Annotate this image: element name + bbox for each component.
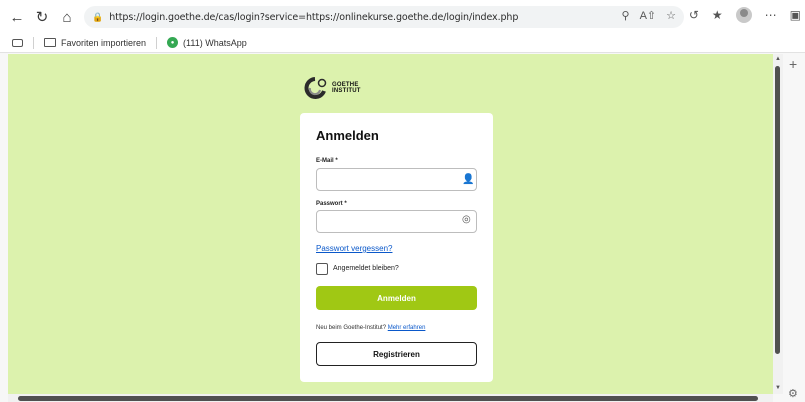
show-password-eye-icon[interactable]: ◎ bbox=[462, 214, 471, 225]
login-card: Anmelden E-Mail * 👤 Passwort * ◎ Passwor… bbox=[300, 113, 493, 382]
favorites-separator bbox=[33, 36, 34, 49]
email-field[interactable] bbox=[316, 168, 477, 191]
goethe-logo: GOETHE INSTITUT bbox=[301, 77, 361, 99]
favorites-bar: Favoriten importieren ● (111) WhatsApp bbox=[0, 33, 805, 53]
folder-icon bbox=[44, 38, 56, 47]
remember-me-checkbox[interactable] bbox=[316, 263, 328, 275]
favorite-whatsapp-label: (111) WhatsApp bbox=[183, 37, 247, 48]
horizontal-scrollbar[interactable] bbox=[8, 394, 773, 402]
logo-line-2: INSTITUT bbox=[332, 88, 361, 94]
goethe-logo-text: GOETHE INSTITUT bbox=[332, 82, 361, 94]
forgot-password-link[interactable]: Passwort vergessen? bbox=[316, 244, 392, 253]
favorite-import[interactable]: Favoriten importieren bbox=[44, 38, 146, 48]
address-url: https://login.goethe.de/cas/login?servic… bbox=[109, 11, 519, 23]
more-icon[interactable]: ⋯ bbox=[765, 8, 777, 22]
new-user-text: Neu beim Goethe-Institut? Mehr erfahren bbox=[316, 325, 425, 331]
zoom-icon[interactable]: ⚲ bbox=[622, 9, 630, 22]
new-user-prompt: Neu beim Goethe-Institut? bbox=[316, 325, 387, 331]
favorites-separator bbox=[156, 36, 158, 49]
favorites-icon[interactable]: ★ bbox=[712, 8, 723, 22]
vertical-scroll-thumb[interactable] bbox=[775, 66, 780, 354]
edge-side-panel: + ⚙ bbox=[783, 54, 805, 402]
whatsapp-icon: ● bbox=[167, 37, 179, 48]
settings-gear-icon[interactable]: ⚙ bbox=[788, 387, 798, 400]
favorite-import-label: Favoriten importieren bbox=[61, 37, 147, 48]
address-bar[interactable]: 🔒 https://login.goethe.de/cas/login?serv… bbox=[84, 6, 684, 28]
lock-icon: 🔒 bbox=[92, 11, 104, 22]
remember-me-label: Angemeldet bleiben? bbox=[333, 265, 399, 272]
sidebar-toggle-icon[interactable]: ▣ bbox=[790, 8, 801, 22]
scroll-down-arrow-icon[interactable]: ▼ bbox=[773, 383, 783, 393]
scroll-up-arrow-icon[interactable]: ▲ bbox=[773, 54, 783, 64]
learn-more-link[interactable]: Mehr erfahren bbox=[388, 325, 426, 331]
add-icon[interactable]: + bbox=[789, 56, 797, 72]
reading-list-icon[interactable] bbox=[12, 38, 23, 47]
read-aloud-icon[interactable]: A⇧ bbox=[640, 9, 657, 22]
page-viewport: GOETHE INSTITUT Anmelden E-Mail * 👤 Pass… bbox=[8, 54, 773, 394]
login-title: Anmelden bbox=[316, 128, 379, 143]
browser-right-icons: ↺ ★ ⋯ ▣ bbox=[689, 7, 801, 23]
refresh-icon[interactable]: ↻ bbox=[31, 6, 53, 28]
vertical-scrollbar[interactable]: ▲ ▼ bbox=[773, 54, 783, 394]
split-screen-icon[interactable]: ↺ bbox=[689, 8, 699, 22]
goethe-logo-icon bbox=[304, 77, 327, 99]
back-icon[interactable]: ← bbox=[6, 6, 28, 28]
password-manager-icon[interactable]: 👤 bbox=[462, 174, 474, 185]
favorite-star-icon[interactable]: ☆ bbox=[666, 9, 676, 22]
login-submit-button[interactable]: Anmelden bbox=[316, 286, 477, 310]
email-label: E-Mail * bbox=[316, 158, 338, 164]
password-label: Passwort * bbox=[316, 201, 347, 207]
horizontal-scroll-thumb[interactable] bbox=[18, 396, 758, 401]
password-field[interactable] bbox=[316, 210, 477, 233]
favorite-whatsapp[interactable]: ● (111) WhatsApp bbox=[167, 37, 247, 48]
browser-window: ← ↻ ⌂ 🔒 https://login.goethe.de/cas/logi… bbox=[0, 0, 805, 402]
register-button[interactable]: Registrieren bbox=[316, 342, 477, 366]
home-icon[interactable]: ⌂ bbox=[56, 6, 78, 28]
profile-avatar[interactable] bbox=[735, 7, 752, 23]
browser-toolbar: ← ↻ ⌂ 🔒 https://login.goethe.de/cas/logi… bbox=[0, 0, 805, 33]
address-bar-icons: ⚲ A⇧ ☆ bbox=[622, 9, 677, 22]
